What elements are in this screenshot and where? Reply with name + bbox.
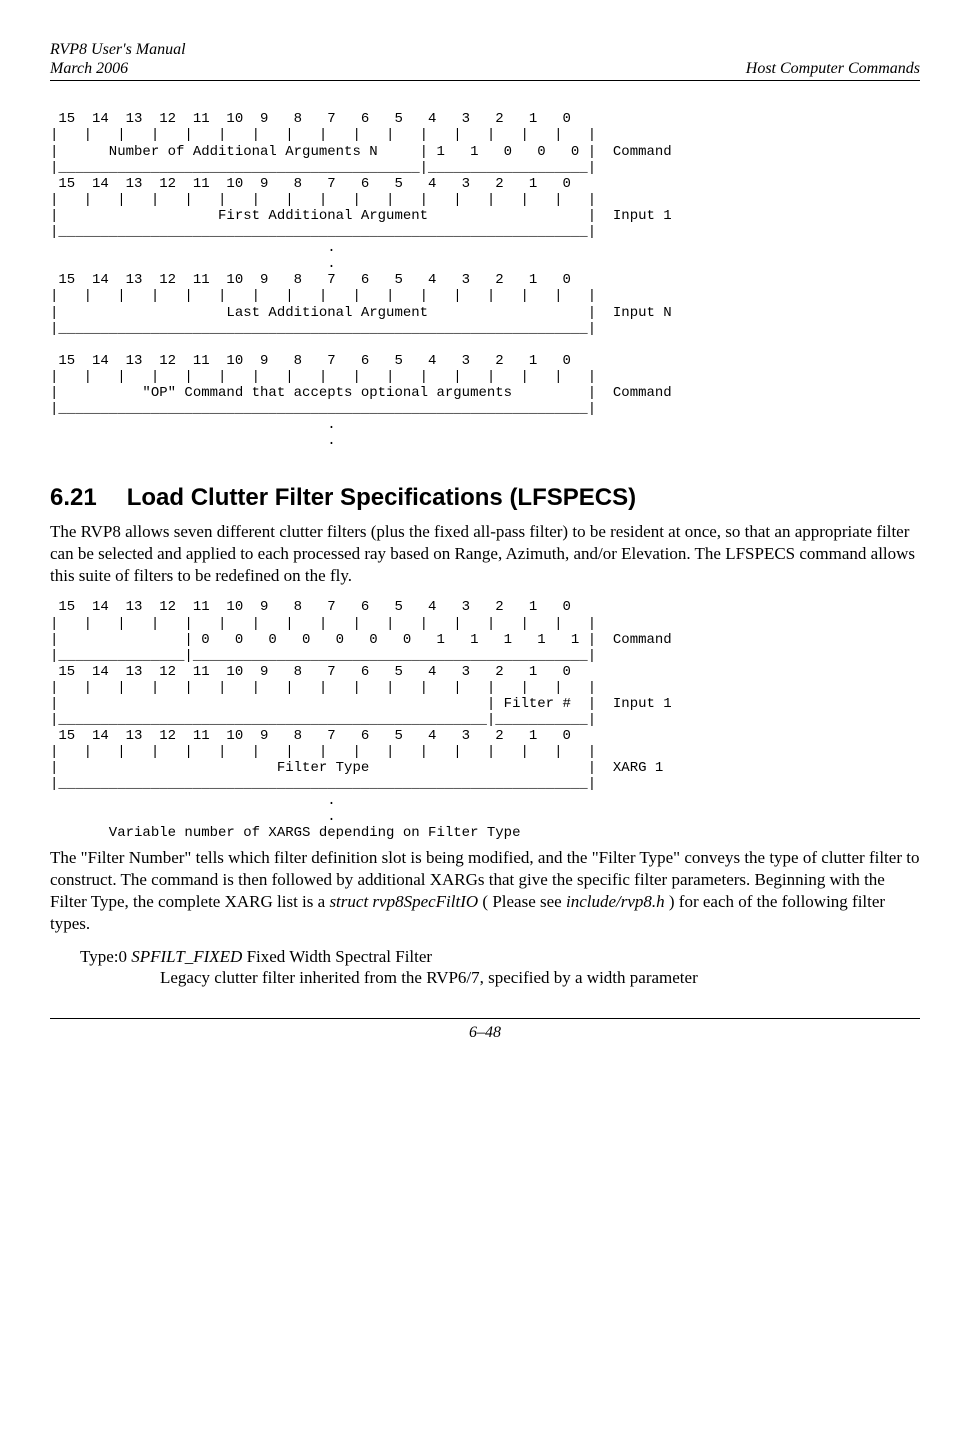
para2-include: include/rvp8.h [566, 892, 665, 911]
bit-diagram-1: 15 14 13 12 11 10 9 8 7 6 5 4 3 2 1 0 | … [50, 111, 920, 449]
page-number: 6–48 [469, 1024, 501, 1041]
header-right: Host Computer Commands [746, 59, 920, 78]
type0-const: SPFILT_FIXED [131, 947, 242, 966]
type0-line: Type:0 SPFILT_FIXED Fixed Width Spectral… [80, 947, 920, 967]
type0-description: Legacy clutter filter inherited from the… [160, 968, 920, 988]
header-date: March 2006 [50, 59, 186, 78]
page-header: RVP8 User's Manual March 2006 Host Compu… [50, 40, 920, 81]
section-heading: 6.21 Load Clutter Filter Specifications (… [50, 484, 920, 513]
section-number: 6.21 [50, 484, 97, 511]
type0-prefix: Type:0 [80, 947, 131, 966]
para2-text-c: ( Please see [478, 892, 566, 911]
type0-desc-short: Fixed Width Spectral Filter [242, 947, 432, 966]
page-footer: 6–48 [50, 1018, 920, 1042]
section-title: Load Clutter Filter Specifications (LFSP… [127, 484, 636, 511]
bit-diagram-2: 15 14 13 12 11 10 9 8 7 6 5 4 3 2 1 0 | … [50, 599, 920, 840]
para2-struct: struct rvp8SpecFiltIO [329, 892, 478, 911]
paragraph-2: The "Filter Number" tells which filter d… [50, 847, 920, 935]
paragraph-1: The RVP8 allows seven different clutter … [50, 521, 920, 587]
header-title: RVP8 User's Manual [50, 40, 186, 59]
